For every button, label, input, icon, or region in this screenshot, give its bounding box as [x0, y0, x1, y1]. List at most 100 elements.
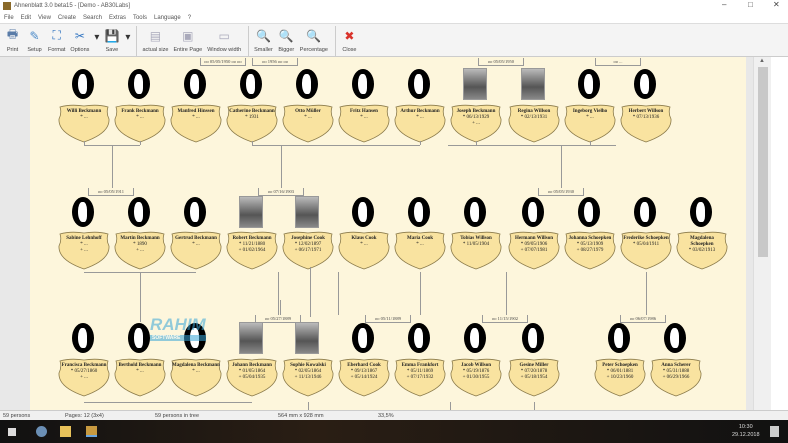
connector-line	[561, 145, 562, 188]
tools-icon: ✂	[74, 28, 85, 43]
scrollbar-thumb[interactable]	[758, 67, 768, 257]
silhouette-icon	[294, 68, 320, 100]
toolbar-label: Smaller	[254, 47, 273, 53]
smaller-button[interactable]: 🔍 Smaller	[254, 24, 273, 54]
connector-line	[140, 141, 141, 145]
name-shield: Martin Beckmann * 1890 + ...	[112, 230, 168, 270]
menu-view[interactable]: View	[38, 15, 51, 21]
clock-time: 10:30	[738, 424, 753, 430]
file-explorer-icon[interactable]	[60, 426, 71, 437]
dropdown-arrow-icon[interactable]: ▾	[94, 32, 99, 43]
clock-date: 29.12.2018	[732, 432, 760, 438]
zoom-out-icon: 🔍	[255, 28, 271, 43]
save-icon: 💾	[104, 28, 120, 43]
connector-line	[84, 402, 252, 403]
menu-language[interactable]: Language	[154, 15, 181, 21]
zoom-percent-icon: 🔍	[306, 28, 322, 43]
app-icon	[3, 2, 11, 10]
person-photo	[294, 196, 320, 228]
silhouette-icon	[406, 196, 432, 228]
title-bar: Ahnenblatt 3.0 beta15 - [Demo - AB30Labs…	[0, 0, 788, 12]
name-shield: Manfred Hinssen * ...	[168, 103, 224, 143]
entire-page-button[interactable]: ▣ Entire Page	[173, 24, 203, 54]
menu-extras[interactable]: Extras	[109, 15, 126, 21]
silhouette-icon	[126, 322, 152, 354]
name-shield: Hermann Willson * 09/05/1906 + 07/07/1981	[506, 230, 562, 270]
name-shield: Maria Cook * ...	[392, 230, 448, 270]
name-shield: Otto Müller * ...	[280, 103, 336, 143]
silhouette-icon	[70, 196, 96, 228]
ahnenblatt-taskbar-icon[interactable]	[86, 426, 97, 437]
name-shield: Willi Beckmann * ...	[56, 103, 112, 143]
person-photo	[462, 68, 488, 100]
toolbar-label: Options	[70, 47, 90, 53]
connector-line	[450, 402, 451, 410]
toolbar-separator	[136, 26, 138, 56]
page-setup-icon: ✎	[29, 28, 40, 43]
silhouette-icon	[576, 68, 602, 100]
person-date: * 03/02/1913	[688, 248, 716, 253]
person-date: + ...	[136, 248, 144, 253]
menu-file[interactable]: File	[4, 15, 14, 21]
format-button[interactable]: ⛶ Format	[48, 24, 65, 53]
actual-size-button[interactable]: ▤ actual size	[142, 24, 168, 54]
status-zoom: 33,5%	[378, 413, 394, 419]
marriage-label: oo 06/07/1986	[620, 315, 666, 323]
browser-icon[interactable]	[36, 426, 47, 437]
vertical-scrollbar[interactable]: ▲	[753, 57, 771, 410]
close-button[interactable]: ✖ Close	[341, 24, 358, 54]
person-date: + 06/29/1966	[662, 375, 690, 380]
save-button[interactable]: 💾 Save	[103, 24, 120, 54]
percentage-button[interactable]: 🔍 Percentage	[300, 24, 328, 54]
person-date: * ...	[360, 242, 368, 247]
window-width-icon: ▭	[218, 28, 230, 43]
minimize-button[interactable]: –	[722, 0, 726, 9]
name-shield: Sophie Kowalski * 02/05/1864 + 11/13/1946	[280, 357, 336, 397]
name-shield: Arthur Beckmann * ...	[392, 103, 448, 143]
name-shield: Tobias Willson * 11/05/1904	[448, 230, 504, 270]
silhouette-icon	[70, 322, 96, 354]
bigger-button[interactable]: 🔍 Bigger	[278, 24, 295, 54]
maximize-button[interactable]: □	[748, 0, 753, 9]
format-icon: ⛶	[52, 28, 61, 42]
menu-[interactable]: ?	[188, 15, 191, 21]
name-shield: Joseph Beckmann * 06/13/1929 + ...	[448, 103, 504, 143]
name-shield: Klaus Cook * ...	[336, 230, 392, 270]
scroll-up-icon[interactable]: ▲	[759, 58, 765, 64]
start-icon[interactable]	[8, 428, 16, 436]
toolbar-label: Window width	[207, 47, 242, 53]
print-button[interactable]: 🖶 Print	[4, 24, 21, 53]
menu-edit[interactable]: Edit	[21, 15, 31, 21]
name-shield: Robert Beckmann * 11/21/1880 + 01/02/1964	[224, 230, 280, 270]
window-width-button[interactable]: ▭ Window width	[207, 24, 242, 54]
toolbar-label: Format	[48, 47, 66, 53]
options-button[interactable]: ✂ Options	[70, 24, 90, 54]
connector-line	[278, 272, 279, 315]
person-photo	[238, 322, 264, 354]
name-shield: Emma Frankfort * 05/11/1869 + 07/17/1932	[392, 357, 448, 397]
menu-tools[interactable]: Tools	[133, 15, 147, 21]
person-date: + 08/27/1979	[576, 248, 604, 253]
toolbar-label: Entire Page	[173, 47, 203, 53]
connector-line	[476, 141, 477, 145]
toolbar-label: Print	[6, 47, 19, 53]
name-shield: Johanna Schoepken * 05/13/1909 + 08/27/197…	[562, 230, 618, 270]
close-window-button[interactable]: ✕	[773, 0, 780, 9]
name-shield: Anna Scherer * 05/31/1888 + 06/29/1966	[648, 357, 704, 397]
silhouette-icon	[462, 196, 488, 228]
toolbar: 🖶 Print ✎ Setup ⛶ Format ✂ Options ▾ 💾 Save ▾ ▤ actua…	[0, 23, 788, 57]
marriage-label: oo 05/05/1911	[88, 188, 134, 196]
marriage-label: oo ...	[595, 58, 641, 66]
setup-button[interactable]: ✎ Setup	[26, 24, 43, 54]
chart-canvas[interactable]: Willi Beckmann * ... Frank Beckmann * ... Ma…	[0, 57, 753, 410]
marriage-label: oo 07/16/1903	[258, 188, 304, 196]
menu-search[interactable]: Search	[83, 15, 102, 21]
notifications-icon[interactable]	[770, 426, 779, 437]
name-shield: Herbert Willson * 07/13/1936	[618, 103, 674, 143]
silhouette-icon	[606, 322, 632, 354]
dropdown-arrow-icon[interactable]: ▾	[125, 32, 130, 43]
marriage-label: oo 05/05/1950	[478, 58, 524, 66]
printer-icon: 🖶	[6, 27, 19, 41]
menu-create[interactable]: Create	[58, 15, 76, 21]
silhouette-icon	[182, 196, 208, 228]
